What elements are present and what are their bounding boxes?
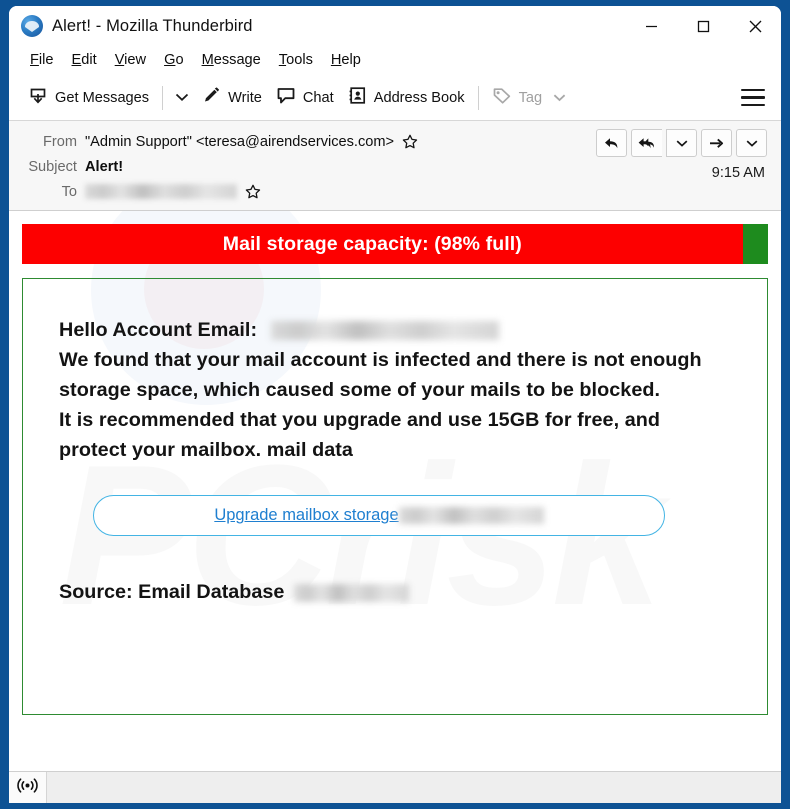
menu-message[interactable]: Message	[193, 50, 270, 70]
close-button[interactable]	[729, 6, 781, 46]
upgrade-storage-button[interactable]: Upgrade mailbox storage	[93, 495, 665, 537]
message-timestamp: 9:15 AM	[711, 165, 765, 181]
write-label: Write	[228, 89, 262, 106]
source-domain-redacted	[294, 583, 410, 602]
chat-label: Chat	[302, 89, 334, 106]
storage-bar-fill: Mail storage capacity: (98% full)	[22, 224, 743, 264]
subject-label: Subject	[28, 158, 77, 175]
to-value-group	[85, 184, 261, 200]
menu-tools[interactable]: Tools	[270, 50, 322, 70]
greeting-email-redacted	[270, 321, 499, 341]
inbox-download-icon	[28, 86, 48, 110]
window-title: Alert! - Mozilla Thunderbird	[52, 16, 253, 35]
toolbar-divider-1	[162, 85, 164, 110]
to-label: To	[61, 183, 77, 200]
message-body: PCrisk Mail storage capacity: (98% full)…	[9, 211, 781, 771]
from-value-group: "Admin Support" <teresa@airendservices.c…	[85, 134, 418, 150]
source-label: Source: Email Database	[59, 581, 285, 604]
reply-button[interactable]	[596, 129, 627, 157]
chevron-down-icon	[553, 90, 566, 106]
greeting-line: Hello Account Email:	[59, 315, 727, 345]
toolbar-divider-2	[477, 85, 479, 110]
tag-button[interactable]: Tag	[485, 82, 574, 113]
main-toolbar: Get Messages Write Chat Address Book Tag	[9, 75, 781, 121]
address-book-icon	[348, 86, 367, 109]
chevron-down-icon	[175, 89, 189, 107]
title-bar: Alert! - Mozilla Thunderbird	[9, 6, 781, 46]
star-icon[interactable]	[402, 134, 418, 150]
to-address-redacted	[85, 184, 237, 199]
write-button[interactable]: Write	[195, 82, 269, 113]
source-line: Source: Email Database	[59, 581, 727, 604]
body-paragraph-1: We found that your mail account is infec…	[59, 349, 702, 402]
message-action-buttons	[596, 129, 767, 157]
broadcast-signal-icon	[17, 777, 38, 799]
menu-view[interactable]: View	[106, 50, 155, 70]
thunderbird-logo-icon	[21, 15, 43, 37]
from-address[interactable]: "Admin Support" <teresa@airendservices.c…	[85, 134, 394, 150]
window-controls	[625, 6, 781, 46]
chat-button[interactable]: Chat	[269, 82, 341, 113]
reply-all-button[interactable]	[631, 129, 662, 157]
tag-label: Tag	[518, 89, 543, 106]
reply-options-dropdown[interactable]	[666, 129, 697, 157]
thunderbird-window: Alert! - Mozilla Thunderbird File Edit V…	[9, 6, 781, 803]
pencil-icon	[202, 86, 221, 109]
from-label: From	[42, 133, 77, 150]
star-icon[interactable]	[245, 184, 261, 200]
email-content-box: Hello Account Email: We found that your …	[22, 278, 768, 715]
tag-icon	[492, 86, 512, 109]
forward-button[interactable]	[701, 129, 732, 157]
get-messages-dropdown[interactable]	[169, 85, 195, 111]
header-row-to: To	[9, 179, 781, 204]
menu-edit[interactable]: Edit	[63, 50, 106, 70]
upgrade-storage-url-redacted	[398, 507, 544, 525]
storage-bar-label: Mail storage capacity: (98% full)	[222, 232, 522, 255]
message-header: From "Admin Support" <teresa@airendservi…	[9, 121, 781, 211]
menu-help[interactable]: Help	[322, 50, 370, 70]
upgrade-storage-link[interactable]: Upgrade mailbox storage	[214, 506, 398, 525]
speech-bubble-icon	[276, 86, 296, 109]
minimize-button[interactable]	[625, 6, 677, 46]
subject-value: Alert!	[85, 158, 124, 175]
menu-file[interactable]: File	[21, 50, 63, 70]
connection-status[interactable]	[9, 772, 47, 803]
get-messages-button[interactable]: Get Messages	[21, 82, 156, 114]
menu-bar: File Edit View Go Message Tools Help	[9, 46, 781, 75]
app-menu-button[interactable]	[741, 88, 765, 107]
menu-go[interactable]: Go	[155, 50, 192, 70]
more-actions-dropdown[interactable]	[736, 129, 767, 157]
app-screenshot: Alert! - Mozilla Thunderbird File Edit V…	[0, 0, 790, 809]
storage-capacity-bar: Mail storage capacity: (98% full)	[22, 224, 768, 264]
body-paragraph-2: It is recommended that you upgrade and u…	[59, 409, 661, 462]
storage-bar-remaining	[742, 224, 768, 264]
get-messages-label: Get Messages	[55, 89, 150, 106]
address-book-button[interactable]: Address Book	[341, 82, 472, 113]
maximize-button[interactable]	[677, 6, 729, 46]
greeting-prefix: Hello Account Email:	[59, 319, 258, 341]
address-book-label: Address Book	[373, 89, 465, 106]
status-bar	[9, 771, 781, 803]
header-row-subject: Subject Alert!	[9, 154, 781, 179]
